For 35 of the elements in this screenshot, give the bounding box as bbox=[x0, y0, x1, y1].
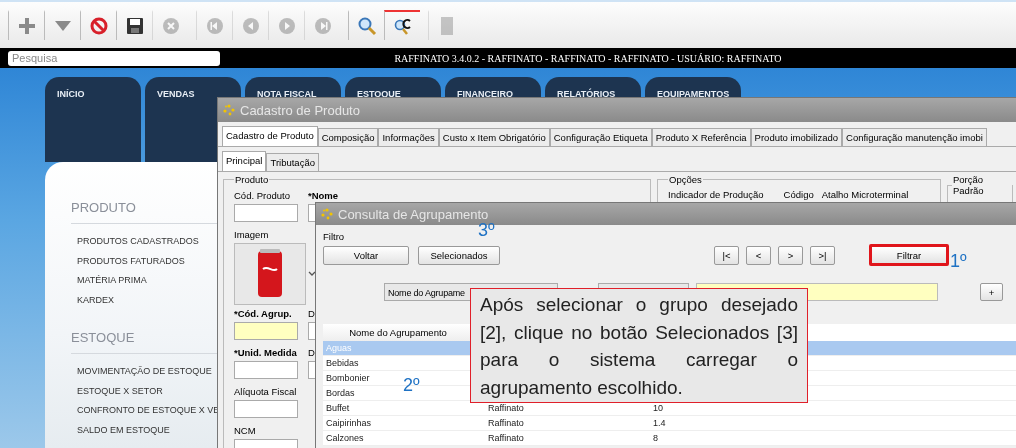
table-cell: Bebidas bbox=[326, 358, 359, 368]
column-label: Código bbox=[783, 189, 814, 200]
app-title: RAFFINATO 3.4.0.2 - RAFFINATO - RAFFINATO - RAFFINATO - USUÁRIO: RAFFINATO bbox=[393, 52, 783, 64]
callout-note: Após selecionar o grupo desejado [2], clique no botão Selecionados [3] para o sistema carregar o agrupamento escolhido. bbox=[470, 288, 808, 403]
window-title: Consulta de Agrupamento bbox=[338, 206, 489, 222]
field-label: *Cód. Agrup. bbox=[234, 308, 292, 321]
window-title: Cadastro de Produto bbox=[240, 102, 360, 118]
field-label: D bbox=[308, 308, 315, 321]
field-label: Cód. Produto bbox=[234, 190, 290, 203]
table-cell: Buffet bbox=[326, 403, 350, 413]
field-label: *Nome bbox=[308, 190, 339, 203]
table-cell: Caipirinhas bbox=[326, 418, 372, 428]
field-label: NCM bbox=[234, 425, 256, 438]
table-cell: Raffinato bbox=[488, 433, 524, 443]
column-label: Atalho Microterminal bbox=[821, 189, 909, 200]
table-cell: Bordas bbox=[326, 388, 355, 398]
table-cell: 1.4 bbox=[653, 418, 666, 428]
table-cell: Raffinato bbox=[488, 403, 524, 413]
group-title: Opções bbox=[668, 174, 703, 185]
step-number: 1º bbox=[950, 251, 967, 272]
column-label: Indicador de Produção bbox=[668, 189, 764, 200]
table-cell: Raffinato bbox=[488, 418, 524, 428]
field-label: Imagem bbox=[234, 229, 269, 242]
table-cell: Bombonier bbox=[326, 373, 370, 383]
table-cell: 8 bbox=[653, 433, 658, 443]
table-cell: Calzones bbox=[326, 433, 364, 443]
field-label: Alíquota Fiscal bbox=[234, 386, 297, 399]
step-number: 3º bbox=[478, 220, 495, 241]
table-cell: 10 bbox=[653, 403, 663, 413]
field-label: *Unid. Medida bbox=[234, 347, 297, 360]
group-title: Filtro bbox=[323, 231, 346, 242]
group-title: Produto bbox=[234, 174, 270, 185]
table-cell: Aguas bbox=[326, 343, 352, 353]
group-title: Porção Padrão bbox=[952, 174, 985, 196]
field-label: D bbox=[308, 347, 315, 360]
